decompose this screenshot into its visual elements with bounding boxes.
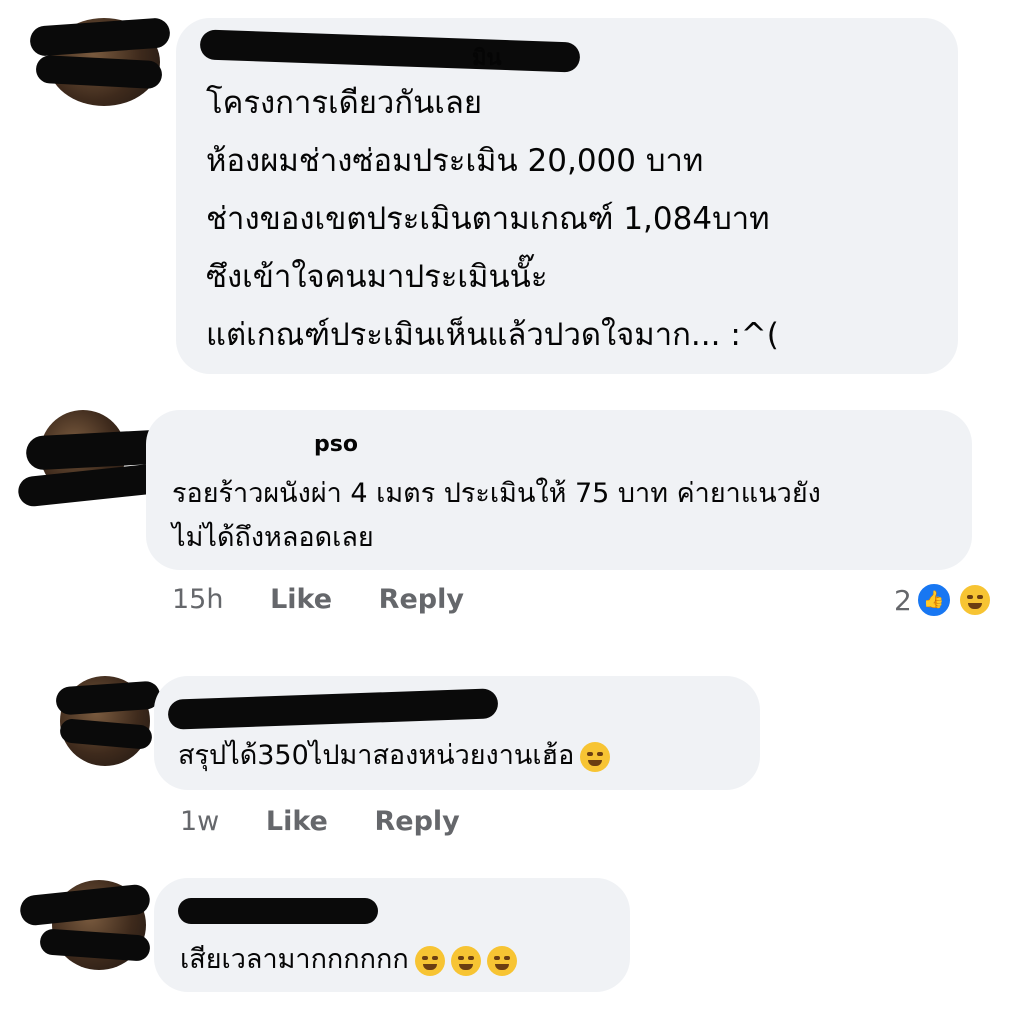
redaction-bar: [167, 688, 499, 730]
comment-line: แต่เกณฑ์ประเมินเห็นแล้วปวดใจมาก... :^(: [206, 317, 779, 353]
comment-bubble: สรุปได้350ไปมาสองหน่วยงานเฮ้อ: [154, 676, 760, 790]
face-holding-back-tears-icon: [580, 741, 611, 772]
timestamp[interactable]: 1w: [180, 806, 219, 837]
author-name[interactable]: pso: [314, 432, 358, 457]
rolling-laughing-icon: [414, 945, 445, 976]
comment-line: ซึงเข้าใจคนมาประเมินนั๊ะ: [206, 259, 548, 295]
comment-line: รอยร้าวผนังผ่า 4 เมตร ประเมินให้ 75 บาท …: [172, 478, 821, 509]
redaction-bar: [178, 898, 378, 924]
author-name[interactable]: มิน: [472, 40, 502, 75]
comment-actions: 15h Like Reply: [172, 584, 464, 615]
rolling-laughing-icon: [486, 945, 517, 976]
comment-bubble: pso รอยร้าวผนังผ่า 4 เมตร ประเมินให้ 75 …: [146, 410, 972, 570]
comment-line: โครงการเดียวกันเลย: [206, 85, 483, 121]
haha-icon: [957, 583, 992, 617]
comment-bubble: มิน โครงการเดียวกันเลย ห้องผมช่างซ่อมประ…: [176, 18, 958, 374]
reaction-summary[interactable]: 2 👍: [894, 582, 992, 618]
like-button[interactable]: Like: [266, 806, 328, 837]
timestamp[interactable]: 15h: [172, 584, 223, 615]
comment-actions: 1w Like Reply: [180, 806, 460, 837]
like-button[interactable]: Like: [270, 584, 332, 615]
reaction-count: 2: [894, 583, 912, 617]
comment-line: ห้องผมช่างซ่อมประเมิน 20,000 บาท: [206, 143, 704, 179]
comment-line: ช่างของเขตประเมินตามเกณฑ์ 1,084บาท: [206, 201, 770, 237]
like-icon: 👍: [915, 582, 952, 618]
comment-line: ไม่ได้ถึงหลอดเลย: [172, 522, 374, 553]
rolling-laughing-icon: [450, 945, 481, 976]
redaction-bar: [35, 54, 163, 90]
comment-line: สรุปได้350ไปมาสองหน่วยงานเฮ้อ: [178, 740, 575, 771]
comment-bubble: เสียเวลามากกกกกก: [154, 878, 630, 992]
redaction-bar: [199, 29, 581, 73]
comment-line: เสียเวลามากกกกกก: [180, 944, 409, 975]
comment-text: เสียเวลามากกกกกก: [180, 938, 517, 982]
comment-text: สรุปได้350ไปมาสองหน่วยงานเฮ้อ: [178, 734, 611, 778]
comment-text: รอยร้าวผนังผ่า 4 เมตร ประเมินให้ 75 บาท …: [172, 472, 821, 560]
comment-text: โครงการเดียวกันเลย ห้องผมช่างซ่อมประเมิน…: [206, 74, 779, 364]
reply-button[interactable]: Reply: [374, 806, 459, 837]
reply-button[interactable]: Reply: [379, 584, 464, 615]
